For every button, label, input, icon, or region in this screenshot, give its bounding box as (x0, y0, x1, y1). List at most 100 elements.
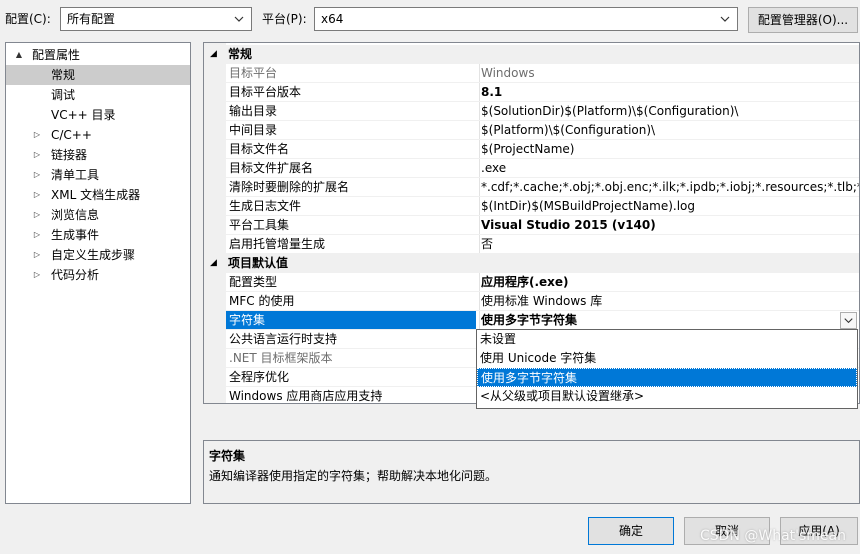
property-row[interactable]: 目标平台版本 8.1 (204, 83, 859, 102)
column-divider[interactable] (479, 178, 480, 197)
property-value[interactable]: 否 (481, 235, 859, 254)
tree-item[interactable]: ▷ C/C++ (6, 125, 190, 145)
property-row[interactable]: 中间目录 $(Platform)\$(Configuration)\ (204, 121, 859, 140)
collapse-arrow-icon[interactable]: ▲ (14, 45, 24, 65)
property-row[interactable]: 平台工具集 Visual Studio 2015 (v140) (204, 216, 859, 235)
charset-dropdown-list[interactable]: 未设置 使用 Unicode 字符集 使用多字节字符集 <从父级或项目默认设置继承> (476, 329, 858, 409)
tree-item-label: 调试 (51, 88, 76, 102)
property-row[interactable]: 清除时要删除的扩展名 *.cdf;*.cache;*.obj;*.obj.enc;… (204, 178, 859, 197)
chevron-down-icon (720, 16, 730, 22)
property-row[interactable]: 生成日志文件 $(IntDir)$(MSBuildProjectName).log (204, 197, 859, 216)
property-name: 目标平台版本 (229, 85, 302, 99)
tree-item[interactable]: ▷ 代码分析 (6, 265, 190, 285)
tree-item[interactable]: ▷ 清单工具 (6, 165, 190, 185)
column-divider[interactable] (479, 292, 480, 311)
column-divider[interactable] (479, 83, 480, 102)
tree-item[interactable]: ▷ XML 文档生成器 (6, 185, 190, 205)
property-value[interactable]: 使用多字节字符集 (481, 311, 859, 330)
expand-arrow-icon[interactable]: ▷ (32, 185, 42, 205)
property-name: 公共语言运行时支持 (229, 332, 338, 346)
property-name: 配置类型 (229, 275, 278, 289)
property-value[interactable]: $(SolutionDir)$(Platform)\$(Configuratio… (481, 102, 859, 121)
expand-arrow-icon[interactable]: ▷ (32, 205, 42, 225)
tree-item-label: XML 文档生成器 (51, 188, 141, 202)
property-name: 目标文件扩展名 (229, 161, 314, 175)
expand-arrow-icon[interactable]: ▷ (32, 225, 42, 245)
property-value[interactable]: $(IntDir)$(MSBuildProjectName).log (481, 197, 859, 216)
column-divider[interactable] (479, 273, 480, 292)
collapse-arrow-icon[interactable]: ◢ (210, 254, 217, 273)
property-row[interactable]: 配置类型 应用程序(.exe) (204, 273, 859, 292)
tree-item-label: 代码分析 (51, 268, 100, 282)
tree-item-label: 常规 (51, 68, 76, 82)
dropdown-button[interactable] (840, 312, 857, 329)
tree-item[interactable]: 常规 (6, 65, 190, 85)
property-name: 启用托管增量生成 (229, 237, 326, 251)
tree-item[interactable]: ▷ 自定义生成步骤 (6, 245, 190, 265)
description-pane: 字符集 通知编译器使用指定的字符集；帮助解决本地化问题。 (203, 440, 860, 504)
property-row[interactable]: 字符集 使用多字节字符集 (204, 311, 859, 330)
dropdown-option[interactable]: <从父级或项目默认设置继承> (477, 387, 857, 406)
tree-item[interactable]: ▷ 浏览信息 (6, 205, 190, 225)
property-row[interactable]: 目标文件扩展名 .exe (204, 159, 859, 178)
tree-item-label: 自定义生成步骤 (51, 248, 136, 262)
property-name: 全程序优化 (229, 370, 290, 384)
dropdown-option[interactable]: 使用 Unicode 字符集 (477, 349, 857, 368)
tree-item-label: 配置属性 (32, 48, 81, 62)
platform-combo[interactable]: x64 (314, 7, 738, 31)
collapse-arrow-icon[interactable]: ◢ (210, 45, 217, 64)
property-value[interactable]: 应用程序(.exe) (481, 273, 859, 292)
tree-item[interactable]: ▲ 配置属性 (6, 45, 190, 65)
tree-item[interactable]: VC++ 目录 (6, 105, 190, 125)
column-divider[interactable] (479, 311, 480, 330)
property-name: .NET 目标框架版本 (229, 351, 333, 365)
config-combo[interactable]: 所有配置 (60, 7, 252, 31)
column-divider[interactable] (479, 235, 480, 254)
expand-arrow-icon[interactable]: ▷ (32, 145, 42, 165)
watermark: CSDN @What'smean (700, 528, 846, 544)
category-row[interactable]: ◢ 常规 (204, 45, 859, 64)
property-value[interactable]: Visual Studio 2015 (v140) (481, 216, 859, 235)
property-row[interactable]: 输出目录 $(SolutionDir)$(Platform)\$(Configur… (204, 102, 859, 121)
property-name: MFC 的使用 (229, 294, 295, 308)
property-row[interactable]: MFC 的使用 使用标准 Windows 库 (204, 292, 859, 311)
property-name: 输出目录 (229, 104, 278, 118)
property-value[interactable]: Windows (481, 64, 859, 83)
column-divider[interactable] (479, 216, 480, 235)
expand-arrow-icon[interactable]: ▷ (32, 265, 42, 285)
property-value[interactable]: 8.1 (481, 83, 859, 102)
column-divider[interactable] (479, 197, 480, 216)
column-divider[interactable] (479, 64, 480, 83)
expand-arrow-icon[interactable]: ▷ (32, 245, 42, 265)
config-manager-button[interactable]: 配置管理器(O)... (748, 7, 858, 33)
property-value[interactable]: $(ProjectName) (481, 140, 859, 159)
property-value[interactable]: $(Platform)\$(Configuration)\ (481, 121, 859, 140)
dropdown-option[interactable]: 未设置 (477, 330, 857, 349)
config-combo-value: 所有配置 (67, 12, 116, 26)
property-row[interactable]: 启用托管增量生成 否 (204, 235, 859, 254)
property-tree[interactable]: ▲ 配置属性 常规 调试 VC++ 目录 ▷ C/C++ ▷ 链接器 ▷ 清单工具 ▷ XML 文档生成… (5, 42, 191, 504)
platform-combo-value: x64 (321, 12, 344, 26)
column-divider[interactable] (479, 102, 480, 121)
description-text: 通知编译器使用指定的字符集；帮助解决本地化问题。 (209, 469, 498, 483)
property-name: 中间目录 (229, 123, 278, 137)
property-value[interactable]: 使用标准 Windows 库 (481, 292, 859, 311)
tree-item-label: 清单工具 (51, 168, 100, 182)
tree-item[interactable]: ▷ 链接器 (6, 145, 190, 165)
chevron-down-icon (234, 16, 244, 22)
property-value[interactable]: *.cdf;*.cache;*.obj;*.obj.enc;*.ilk;*.ip… (481, 178, 859, 197)
property-name: 目标文件名 (229, 142, 290, 156)
tree-item[interactable]: 调试 (6, 85, 190, 105)
tree-item[interactable]: ▷ 生成事件 (6, 225, 190, 245)
category-row[interactable]: ◢ 项目默认值 (204, 254, 859, 273)
ok-button[interactable]: 确定 (588, 517, 674, 545)
expand-arrow-icon[interactable]: ▷ (32, 125, 42, 145)
dropdown-option[interactable]: 使用多字节字符集 (477, 368, 857, 387)
expand-arrow-icon[interactable]: ▷ (32, 165, 42, 185)
property-value[interactable]: .exe (481, 159, 859, 178)
property-row[interactable]: 目标平台 Windows (204, 64, 859, 83)
property-row[interactable]: 目标文件名 $(ProjectName) (204, 140, 859, 159)
column-divider[interactable] (479, 121, 480, 140)
column-divider[interactable] (479, 140, 480, 159)
column-divider[interactable] (479, 159, 480, 178)
